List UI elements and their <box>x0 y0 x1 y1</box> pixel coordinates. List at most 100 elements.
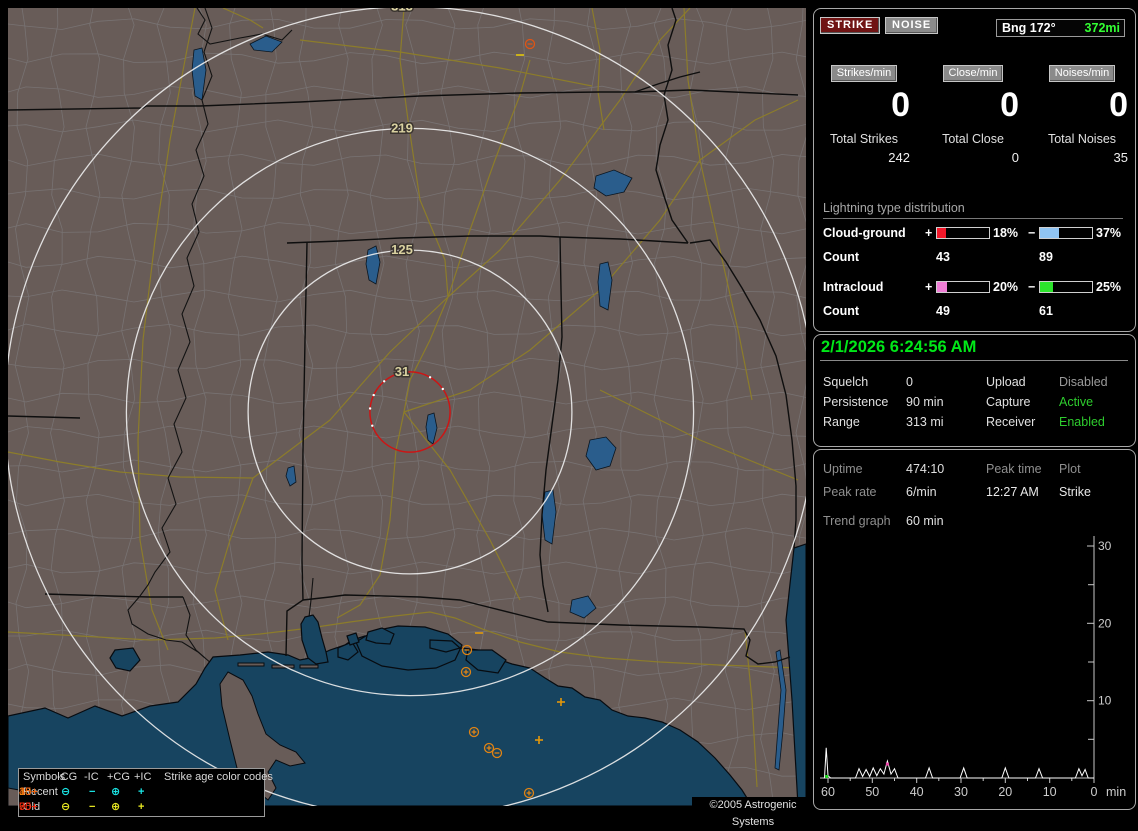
ic-pos-recent-icon: + <box>138 786 145 798</box>
cg-neg-recent-icon: ⊖ <box>61 786 71 798</box>
ic-pos-bar <box>936 281 990 293</box>
cg-neg-pct: 37% <box>1096 226 1122 240</box>
legend-col-ic-pos: +IC <box>134 771 152 783</box>
ic-pos-pct: 20% <box>993 280 1019 294</box>
receiver-status: Enabled <box>1059 415 1105 429</box>
divider <box>820 360 1128 361</box>
cg-neg-bar-fill <box>1040 228 1060 238</box>
cg-neg-bar <box>1039 227 1093 239</box>
legend-col-cg-neg: -CG <box>57 771 78 783</box>
range-value: 313 mi <box>906 415 944 429</box>
count-label: Count <box>823 304 860 318</box>
noises-counter-column: Noises/min 0 Total Noises 35 <box>1036 65 1128 165</box>
plus-sign: + <box>925 226 933 240</box>
strike-mode-button[interactable]: STRIKE <box>820 17 881 34</box>
status-panel: 2/1/2026 6:24:56 AM Squelch 0 Upload Dis… <box>813 334 1136 447</box>
count-label: Count <box>823 250 860 264</box>
total-strikes-label: Total Strikes <box>829 132 899 146</box>
receiver-label: Receiver <box>986 415 1036 429</box>
svg-text:60: 60 <box>821 785 835 799</box>
total-noises-label: Total Noises <box>1047 132 1117 146</box>
app-window: { "panel": { "strike_btn": "STRIKE", "no… <box>0 0 1138 828</box>
svg-text:20: 20 <box>998 785 1012 799</box>
legend-age-title: Strike age color codes <box>164 771 273 783</box>
minus-sign: − <box>1028 226 1036 240</box>
svg-text:219: 219 <box>391 120 413 135</box>
cg-pos-count: 43 <box>936 250 950 264</box>
svg-text:10: 10 <box>1098 694 1112 708</box>
ic-pos-count: 49 <box>936 304 950 318</box>
strikes-per-min-button[interactable]: Strikes/min <box>830 65 898 82</box>
svg-text:31: 31 <box>395 364 409 379</box>
status-row: Range 313 mi Receiver Enabled <box>814 415 1124 431</box>
intracloud-label: Intracloud <box>823 280 884 294</box>
ic-neg-recent-icon: − <box>89 786 96 798</box>
upload-label: Upload <box>986 375 1026 389</box>
strikes-counter-column: Strikes/min 0 Total Strikes 242 <box>818 65 910 165</box>
bearing-label: Bng 172° <box>1002 21 1056 35</box>
cloud-ground-count-row: Count 43 89 <box>823 250 1128 265</box>
minus-sign: − <box>1028 280 1036 294</box>
bearing-readout: Bng 172° 372mi <box>996 19 1125 37</box>
legend-col-cg-pos: +CG <box>107 771 130 783</box>
trend-panel: Uptime 474:10 Peak time Plot Peak rate 6… <box>813 449 1136 810</box>
ic-neg-count: 61 <box>1039 304 1053 318</box>
ic-pos-bar-fill <box>937 282 948 292</box>
cloud-ground-label: Cloud-ground <box>823 226 906 240</box>
status-row: Squelch 0 Upload Disabled <box>814 375 1124 391</box>
svg-text:125: 125 <box>391 242 413 257</box>
intracloud-row: Intracloud + 20% − 25% <box>823 280 1128 295</box>
cg-neg-count: 89 <box>1039 250 1053 264</box>
persistence-label: Persistence <box>823 395 889 409</box>
squelch-value: 0 <box>906 375 913 389</box>
cg-pos-bar-fill <box>937 228 947 238</box>
cg-pos-bar <box>936 227 990 239</box>
status-row: Persistence 90 min Capture Active <box>814 395 1124 411</box>
strikes-per-min-value: 0 <box>891 86 910 124</box>
persistence-value: 90 min <box>906 395 944 409</box>
trend-graph: 10 20 30 60 50 40 30 20 10 0 min <box>820 536 1126 799</box>
upload-status: Disabled <box>1059 375 1108 389</box>
cg-pos-pct: 18% <box>993 226 1019 240</box>
total-close-label: Total Close <box>942 132 1004 146</box>
cloud-ground-row: Cloud-ground + 18% − 37% <box>823 226 1128 241</box>
lightning-map[interactable]: 313 219 125 31 Symbols -CG -IC +CG +IC Stri… <box>8 8 814 828</box>
total-strikes-value: 242 <box>888 150 910 165</box>
noise-mode-button[interactable]: NOISE <box>885 17 939 34</box>
total-noises-value: 35 <box>1113 150 1128 165</box>
svg-text:min: min <box>1106 785 1126 799</box>
intracloud-count-row: Count 49 61 <box>823 304 1128 319</box>
svg-text:0: 0 <box>1091 785 1098 799</box>
bearing-distance: 372mi <box>1084 21 1120 35</box>
svg-text:20: 20 <box>1098 616 1112 630</box>
svg-text:30: 30 <box>1098 539 1112 553</box>
squelch-label: Squelch <box>823 375 869 389</box>
range-label: Range <box>823 415 860 429</box>
capture-label: Capture <box>986 395 1031 409</box>
svg-text:30: 30 <box>954 785 968 799</box>
datetime-display: 2/1/2026 6:24:56 AM <box>821 338 977 356</box>
svg-text:50: 50 <box>865 785 879 799</box>
ic-neg-bar-fill <box>1040 282 1053 292</box>
close-per-min-value: 0 <box>1000 86 1019 124</box>
plus-sign: + <box>925 280 933 294</box>
noises-per-min-button[interactable]: Noises/min <box>1048 65 1116 82</box>
capture-status: Active <box>1059 395 1094 409</box>
cg-pos-recent-icon: ⊕ <box>111 786 121 798</box>
map-canvas: 313 219 125 31 <box>8 8 806 806</box>
age-45: 45+ <box>19 786 38 798</box>
close-counter-column: Close/min 0 Total Close 0 <box>927 65 1019 165</box>
copyright-label: ©2005 Astrogenic Systems <box>692 797 814 828</box>
ic-neg-bar <box>1039 281 1093 293</box>
total-close-value: 0 <box>1011 150 1019 165</box>
svg-text:10: 10 <box>1043 785 1057 799</box>
ic-neg-pct: 25% <box>1096 280 1122 294</box>
map-legend: Symbols -CG -IC +CG +IC Strike age color… <box>18 768 273 817</box>
noises-per-min-value: 0 <box>1109 86 1128 124</box>
close-per-min-button[interactable]: Close/min <box>942 65 1004 82</box>
svg-text:40: 40 <box>910 785 924 799</box>
distribution-title: Lightning type distribution <box>823 201 1123 219</box>
legend-col-ic-neg: -IC <box>84 771 99 783</box>
svg-text:313: 313 <box>391 8 413 14</box>
strike-counter-panel: STRIKE NOISE Bng 172° 372mi Strikes/min … <box>813 8 1136 332</box>
